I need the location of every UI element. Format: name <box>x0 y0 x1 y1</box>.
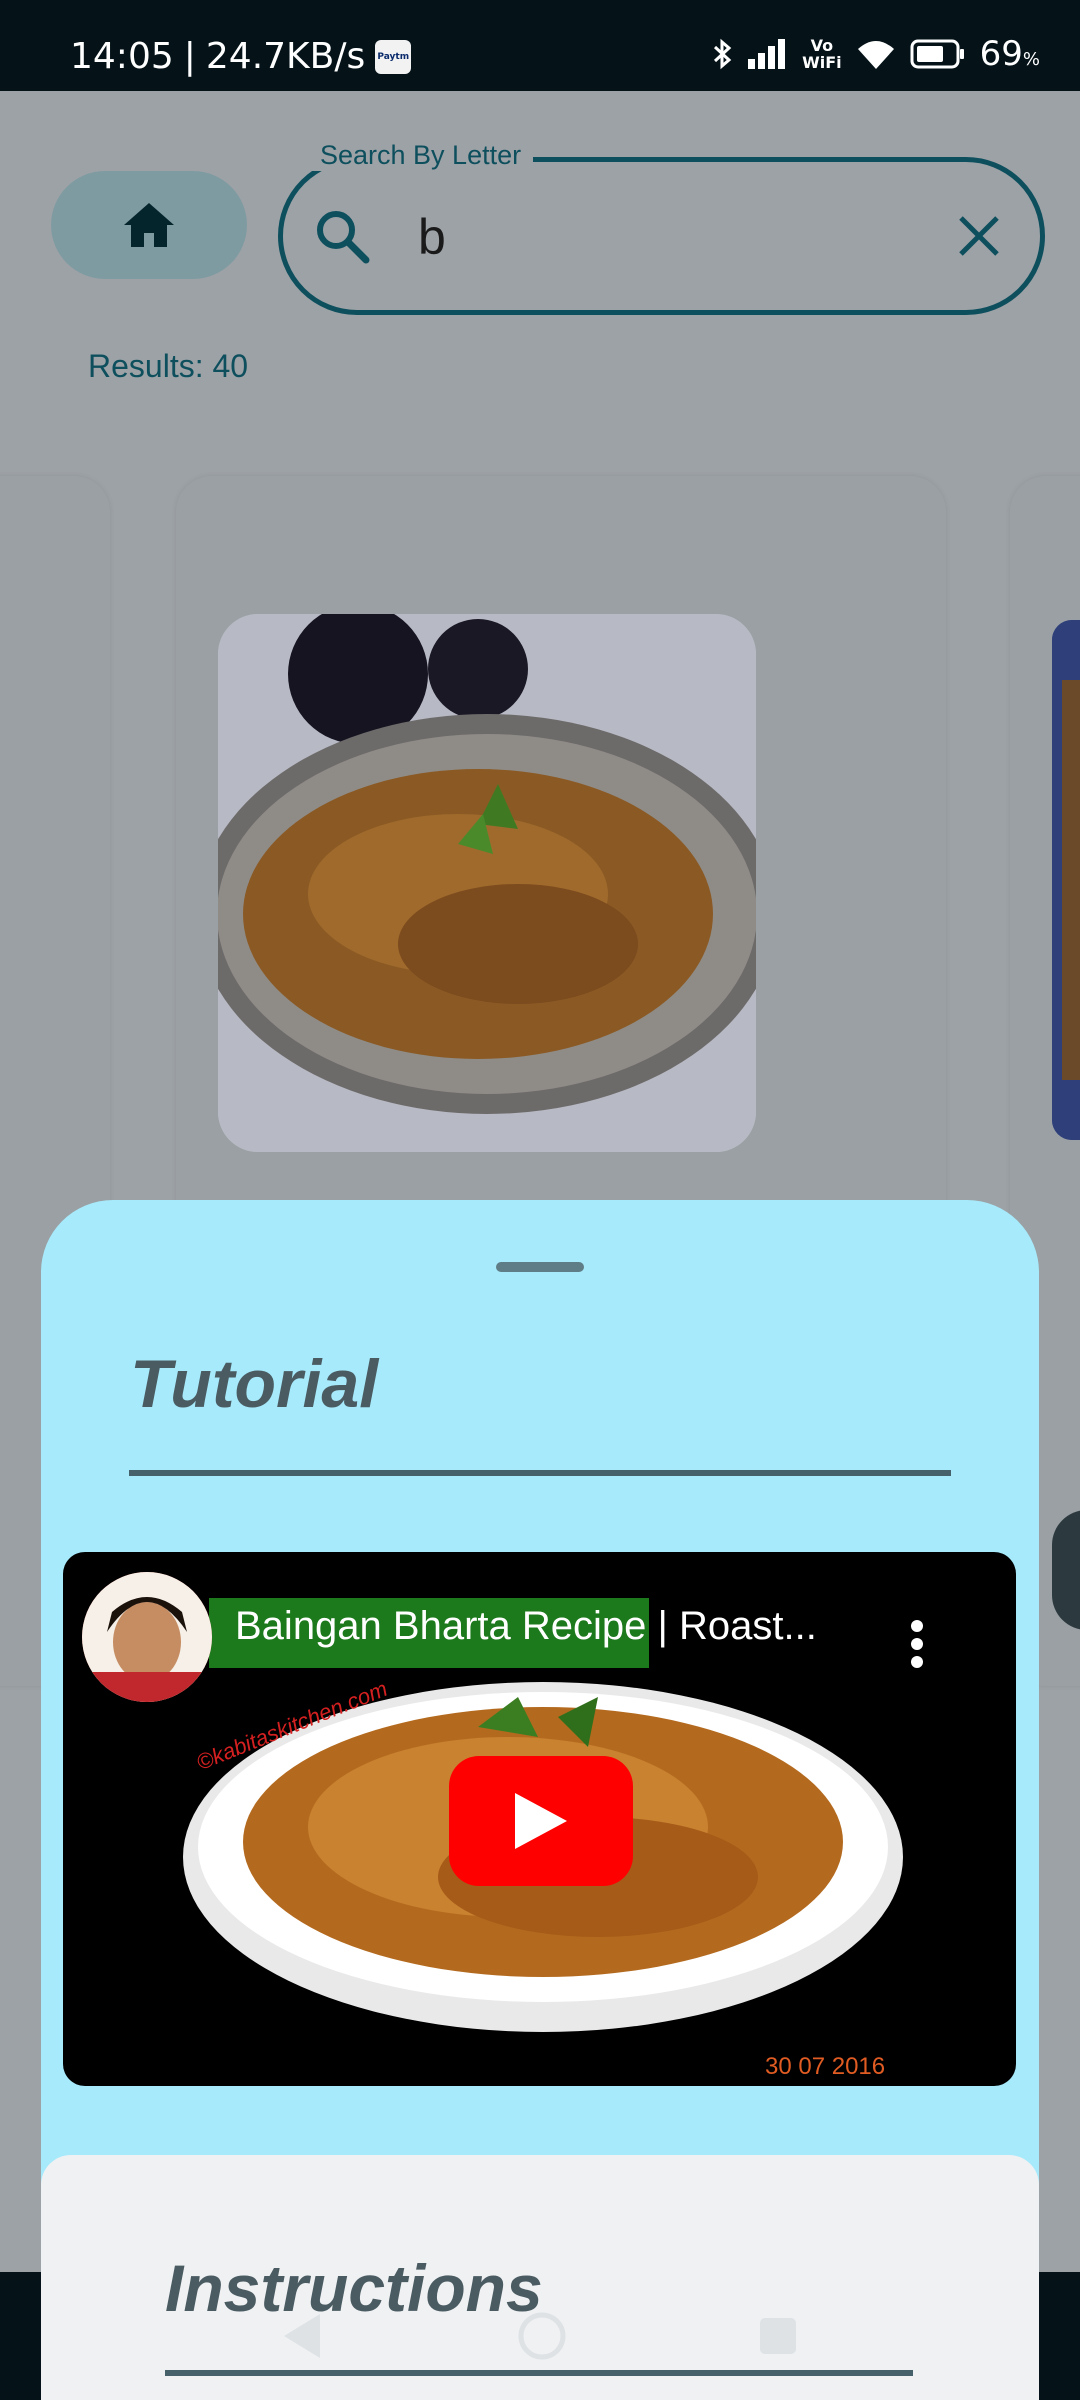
youtube-video-player[interactable]: Baingan Bharta Recipe | Roast... ©kabita… <box>63 1552 1016 2086</box>
home-icon <box>124 203 174 247</box>
search-icon <box>317 211 370 264</box>
next-recipe-image-edge <box>1052 620 1080 1140</box>
results-count: Results: 40 <box>88 348 249 384</box>
battery-level: 69 <box>979 34 1023 74</box>
nav-recents-icon[interactable] <box>758 2316 798 2356</box>
youtube-play-icon <box>515 1793 567 1849</box>
nav-bar-right-edge <box>1039 2272 1080 2400</box>
next-recipe-photo <box>1052 620 1080 1140</box>
drag-handle[interactable] <box>496 1262 584 1272</box>
tutorial-heading: Tutorial <box>130 1346 379 1422</box>
battery-percentage: 69% <box>980 34 1040 74</box>
vowifi-indicator: Vo WiFi <box>802 37 842 71</box>
more-vert-icon[interactable] <box>909 1620 925 1668</box>
search-legend: Search By Letter <box>308 140 534 171</box>
instructions-heading: Instructions <box>165 2251 543 2325</box>
next-card-control[interactable] <box>1052 1510 1080 1630</box>
youtube-play-button[interactable] <box>449 1756 633 1886</box>
recipe-image <box>218 614 756 1152</box>
home-button[interactable] <box>51 171 247 279</box>
paytm-icon: Paytm <box>375 39 412 74</box>
nav-back-icon[interactable] <box>282 2312 322 2360</box>
search-value[interactable]: b <box>418 208 446 266</box>
wifi-icon <box>857 41 894 69</box>
status-separator: | <box>183 36 196 77</box>
signal-icon <box>748 39 786 69</box>
status-right: Vo WiFi 69% <box>712 34 1040 74</box>
battery-icon <box>910 39 964 69</box>
channel-avatar-photo <box>82 1572 212 1702</box>
baingan-bharta-photo <box>218 614 756 1152</box>
nav-home-icon[interactable] <box>518 2312 566 2360</box>
video-title[interactable]: Baingan Bharta Recipe | Roast... <box>235 1604 817 1649</box>
tutorial-divider <box>129 1470 951 1476</box>
bluetooth-icon <box>714 38 732 70</box>
video-date: 30 07 2016 <box>765 2053 886 2080</box>
instructions-divider <box>165 2370 913 2376</box>
search-input[interactable] <box>278 157 1045 315</box>
close-icon[interactable] <box>955 212 1003 260</box>
status-network-speed: 24.7KB/s <box>205 36 366 77</box>
nav-bar-left-edge <box>0 2272 41 2400</box>
vowifi-bottom: WiFi <box>802 53 842 72</box>
status-left: 14:05 | 24.7KB/s Paytm <box>70 36 412 77</box>
status-time: 14:05 <box>70 36 174 77</box>
channel-avatar[interactable] <box>82 1572 212 1702</box>
status-bar: 14:05 | 24.7KB/s Paytm Vo WiFi 69% <box>0 0 1080 91</box>
battery-unit: % <box>1022 49 1040 70</box>
